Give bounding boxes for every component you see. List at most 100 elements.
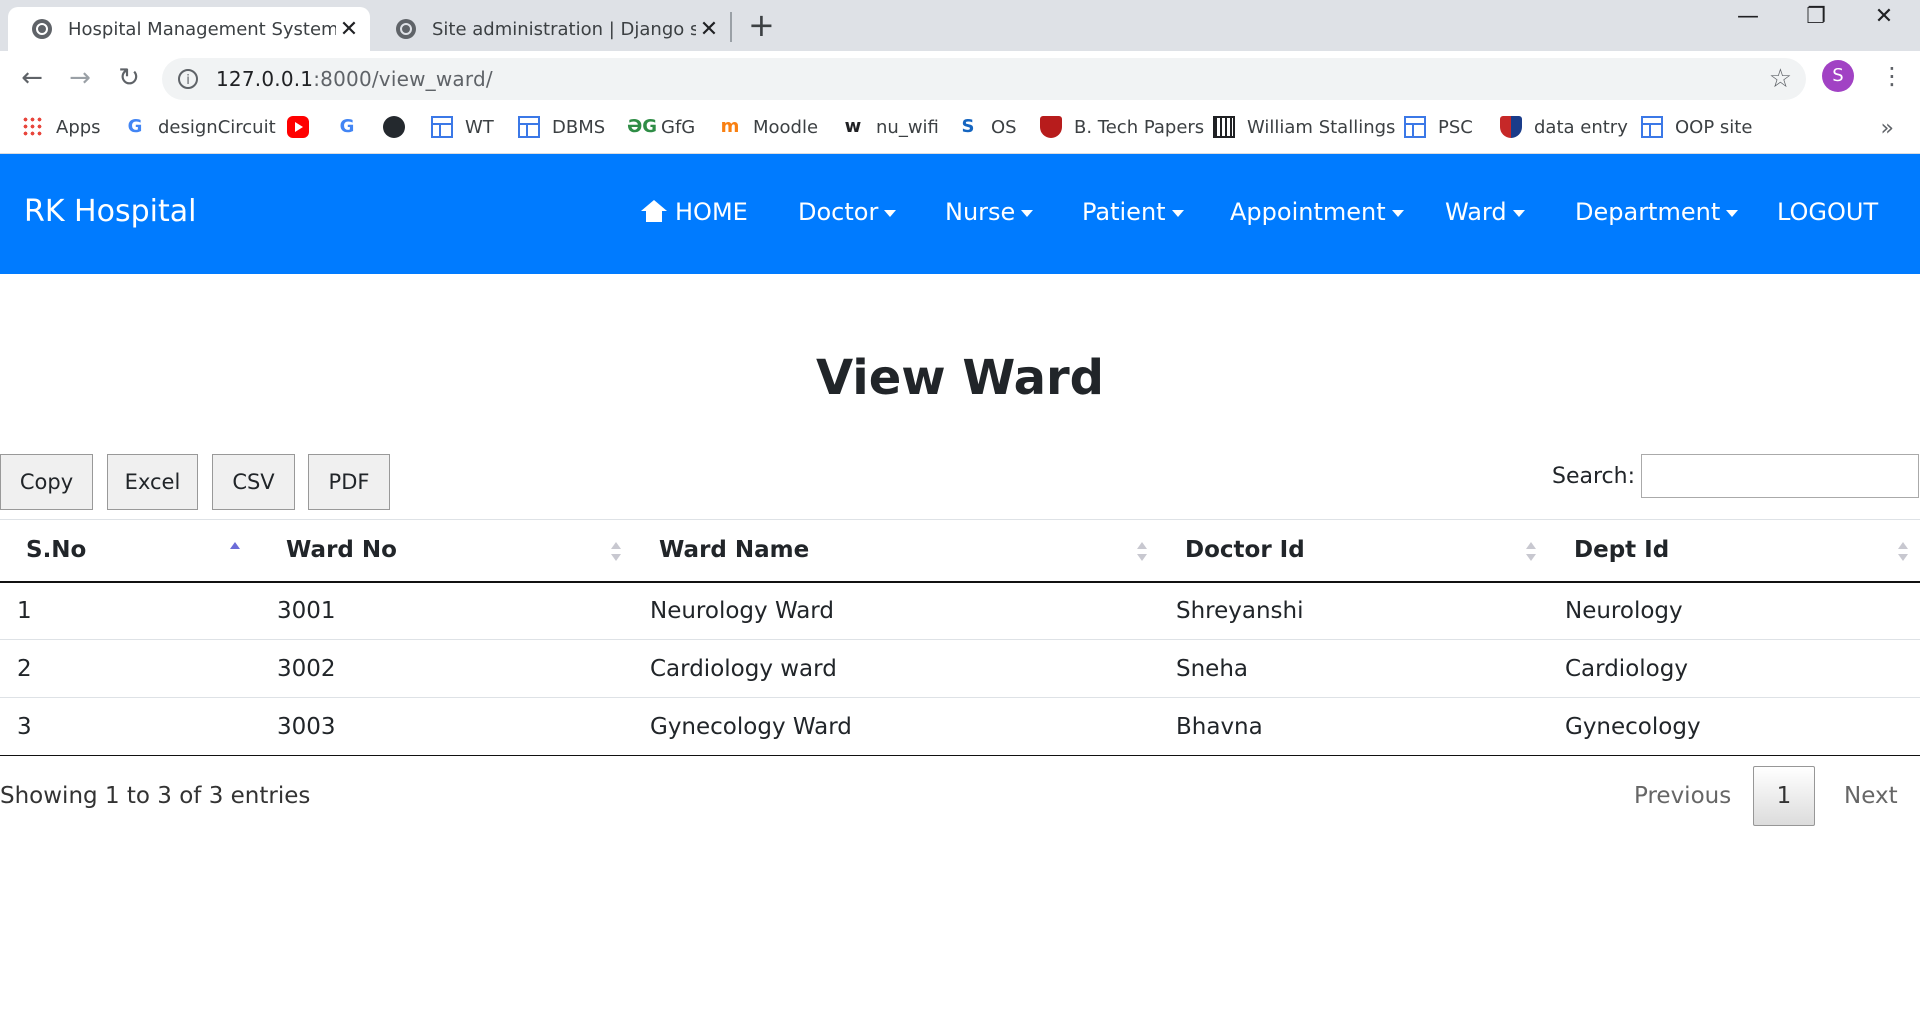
caret-down-icon bbox=[884, 209, 897, 217]
table-info: Showing 1 to 3 of 3 entries bbox=[0, 783, 311, 809]
page-icon bbox=[1404, 116, 1426, 138]
profile-avatar[interactable]: S bbox=[1822, 60, 1854, 92]
copy-button[interactable]: Copy bbox=[0, 454, 93, 510]
sort-icon bbox=[1526, 542, 1536, 564]
reload-icon[interactable]: ↻ bbox=[112, 61, 146, 95]
cell-ward-no: 3003 bbox=[260, 697, 633, 756]
close-tab-icon[interactable]: ✕ bbox=[696, 17, 722, 42]
pdf-button[interactable]: PDF bbox=[308, 454, 390, 510]
nav-department[interactable]: Department bbox=[1575, 198, 1739, 226]
tab-title: Hospital Management System bbox=[68, 18, 336, 40]
info-icon[interactable]: i bbox=[178, 69, 198, 89]
url-text[interactable]: 127.0.0.1:8000/view_ward/ bbox=[216, 67, 493, 91]
bookmark-btech-papers[interactable]: B. Tech Papers bbox=[1040, 116, 1204, 138]
page-icon bbox=[518, 116, 540, 138]
nav-label: Patient bbox=[1082, 198, 1166, 226]
bookmark-label: data entry bbox=[1534, 116, 1628, 138]
table-row: 2 3002 Cardiology ward Sneha Cardiology bbox=[0, 639, 1920, 698]
forward-icon[interactable]: → bbox=[63, 61, 97, 95]
nav-logout[interactable]: LOGOUT bbox=[1777, 198, 1878, 226]
column-label: Dept Id bbox=[1574, 537, 1670, 564]
browser-tab-active[interactable]: Hospital Management System ✕ bbox=[8, 7, 370, 51]
browser-menu-icon[interactable]: ⋮ bbox=[1880, 58, 1904, 94]
close-tab-icon[interactable]: ✕ bbox=[336, 17, 362, 42]
bookmark-wt[interactable]: WT bbox=[431, 116, 494, 138]
bookmarks-bar: Apps GdesignCircuit G WT DBMS ƏG GfG m Moo… bbox=[0, 106, 1920, 154]
cell-sno: 2 bbox=[0, 639, 260, 698]
bookmark-star-icon[interactable]: ☆ bbox=[1769, 64, 1792, 94]
nav-label: Ward bbox=[1445, 198, 1507, 226]
new-tab-icon[interactable]: + bbox=[748, 8, 775, 42]
restore-icon[interactable]: ❐ bbox=[1786, 4, 1846, 29]
page-1-button[interactable]: 1 bbox=[1753, 766, 1815, 826]
caret-down-icon bbox=[1512, 209, 1525, 217]
caret-down-icon bbox=[1021, 209, 1034, 217]
apps-grid-icon bbox=[22, 116, 44, 138]
previous-button[interactable]: Previous bbox=[1634, 783, 1731, 809]
bookmark-label: GfG bbox=[661, 116, 696, 138]
shield-icon bbox=[1040, 116, 1062, 138]
nav-label: Doctor bbox=[798, 198, 879, 226]
cell-ward-no: 3001 bbox=[260, 581, 633, 640]
table-row: 3 3003 Gynecology Ward Bhavna Gynecology bbox=[0, 697, 1920, 756]
ward-table: S.No Ward No Ward Name Doctor Id Dept Id… bbox=[0, 519, 1920, 756]
cell-doctor-id: Bhavna bbox=[1159, 697, 1548, 756]
bookmark-label: Apps bbox=[56, 116, 101, 138]
nav-patient[interactable]: Patient bbox=[1082, 198, 1184, 226]
table-row: 1 3001 Neurology Ward Shreyanshi Neurolo… bbox=[0, 581, 1920, 640]
next-button[interactable]: Next bbox=[1844, 783, 1898, 809]
sort-icon bbox=[1137, 542, 1147, 564]
excel-button[interactable]: Excel bbox=[107, 454, 198, 510]
nav-ward[interactable]: Ward bbox=[1445, 198, 1525, 226]
bookmark-label: DBMS bbox=[552, 116, 606, 138]
nav-doctor[interactable]: Doctor bbox=[798, 198, 897, 226]
sort-icon bbox=[1898, 542, 1908, 564]
url-host: 127.0.0.1 bbox=[216, 67, 314, 91]
search-input[interactable] bbox=[1641, 454, 1919, 498]
google-icon: G bbox=[339, 116, 355, 137]
bookmark-nu-wifi[interactable]: w nu_wifi bbox=[842, 116, 939, 138]
column-header-doctor-id[interactable]: Doctor Id bbox=[1159, 519, 1548, 583]
bookmark-moodle[interactable]: m Moodle bbox=[719, 116, 818, 138]
back-icon[interactable]: ← bbox=[15, 61, 49, 95]
bookmark-youtube[interactable] bbox=[287, 116, 321, 138]
nav-nurse[interactable]: Nurse bbox=[945, 198, 1034, 226]
bookmark-apps[interactable]: Apps bbox=[22, 116, 101, 138]
bookmark-designcircuit[interactable]: GdesignCircuit bbox=[124, 116, 276, 138]
nav-label: HOME bbox=[675, 198, 748, 226]
column-header-ward-no[interactable]: Ward No bbox=[260, 519, 633, 583]
bookmark-william-stallings[interactable]: William Stallings bbox=[1213, 116, 1395, 138]
address-bar[interactable]: i 127.0.0.1:8000/view_ward/ ☆ bbox=[162, 58, 1806, 100]
column-header-dept-id[interactable]: Dept Id bbox=[1548, 519, 1920, 583]
more-bookmarks-icon[interactable]: » bbox=[1881, 116, 1894, 141]
bookmark-google[interactable]: G bbox=[336, 116, 370, 138]
minimize-icon[interactable]: — bbox=[1718, 4, 1778, 29]
browser-tab-bar: Hospital Management System ✕ Site admini… bbox=[0, 0, 1920, 51]
bookmark-data-entry[interactable]: data entry bbox=[1500, 116, 1628, 138]
bookmark-psc[interactable]: PSC bbox=[1404, 116, 1473, 138]
caret-down-icon bbox=[1171, 209, 1184, 217]
bookmark-dbms[interactable]: DBMS bbox=[518, 116, 605, 138]
nav-label: LOGOUT bbox=[1777, 198, 1879, 226]
browser-tab-inactive[interactable]: Site administration | Django site admin … bbox=[372, 7, 730, 51]
window-close-icon[interactable]: ✕ bbox=[1854, 4, 1914, 29]
google-icon: G bbox=[127, 116, 143, 137]
column-header-sno[interactable]: S.No bbox=[0, 519, 260, 583]
brand-logo[interactable]: RK Hospital bbox=[24, 194, 196, 229]
table-header-row: S.No Ward No Ward Name Doctor Id Dept Id bbox=[0, 519, 1920, 583]
bookmark-label: PSC bbox=[1438, 116, 1473, 138]
nav-appointment[interactable]: Appointment bbox=[1230, 198, 1404, 226]
bookmark-gfg[interactable]: ƏG GfG bbox=[627, 116, 695, 138]
bookmark-oop-site[interactable]: OOP site bbox=[1641, 116, 1752, 138]
nav-home[interactable]: HOME bbox=[641, 198, 748, 226]
bookmark-os[interactable]: S OS bbox=[957, 116, 1017, 138]
csv-button[interactable]: CSV bbox=[212, 454, 295, 510]
w-icon: w bbox=[844, 116, 862, 137]
cell-dept-id: Gynecology bbox=[1548, 697, 1920, 756]
column-header-ward-name[interactable]: Ward Name bbox=[633, 519, 1159, 583]
page-title: View Ward bbox=[815, 350, 1105, 406]
column-label: Doctor Id bbox=[1185, 537, 1305, 564]
bookmark-github[interactable] bbox=[383, 116, 417, 138]
cell-doctor-id: Shreyanshi bbox=[1159, 581, 1548, 640]
cell-ward-name: Gynecology Ward bbox=[633, 697, 1159, 756]
